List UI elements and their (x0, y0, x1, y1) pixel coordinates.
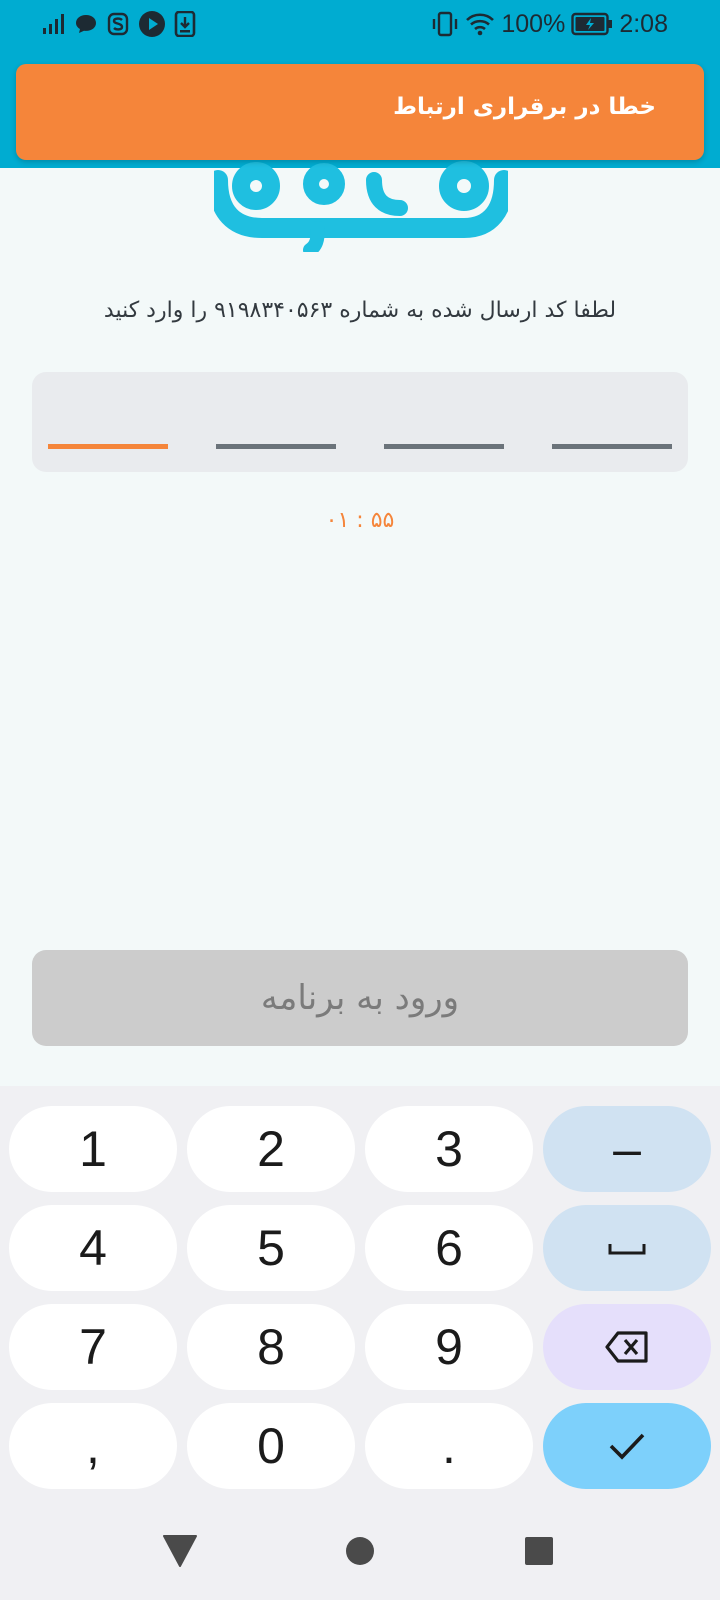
key-6[interactable]: 6 (365, 1205, 533, 1291)
download-icon (174, 11, 196, 37)
code-slot-3[interactable] (216, 444, 336, 449)
key-9[interactable]: 9 (365, 1304, 533, 1390)
battery-percent: 100% (501, 9, 566, 38)
key-2[interactable]: 2 (187, 1106, 355, 1192)
wifi-icon (466, 13, 495, 36)
key-comma[interactable]: , (9, 1403, 177, 1489)
numeric-keyboard: 1 2 3 – 4 5 6 7 8 9 , 0 . (0, 1086, 720, 1600)
vibrate-icon (433, 11, 458, 37)
recents-icon[interactable] (524, 1536, 554, 1566)
code-slot-2[interactable] (384, 444, 504, 449)
s-app-icon (107, 12, 129, 36)
back-icon[interactable] (163, 1535, 197, 1567)
key-8[interactable]: 8 (187, 1304, 355, 1390)
key-5[interactable]: 5 (187, 1205, 355, 1291)
error-toast-message: خطا در برقراری ارتباط (393, 94, 656, 120)
play-app-icon (139, 11, 165, 37)
key-backspace[interactable] (543, 1304, 711, 1390)
login-button[interactable]: ورود به برنامه (32, 950, 688, 1046)
key-1[interactable]: 1 (9, 1106, 177, 1192)
signal-icon (43, 14, 64, 34)
key-7[interactable]: 7 (9, 1304, 177, 1390)
code-slot-1[interactable] (552, 444, 672, 449)
key-space[interactable] (543, 1205, 711, 1291)
status-right: 100% 2:08 (431, 8, 668, 40)
code-slot-4[interactable] (48, 444, 168, 449)
instruction-text: لطفا کد ارسال شده به شماره ۹۱۹۸۳۴۰۵۶۳ را… (103, 298, 617, 323)
hamrah-logo (214, 161, 508, 252)
countdown-timer: ۰۱ : ۵۵ (325, 508, 395, 533)
key-4[interactable]: 4 (9, 1205, 177, 1291)
key-period[interactable]: . (365, 1403, 533, 1489)
message-icon (76, 15, 96, 33)
key-0[interactable]: 0 (187, 1403, 355, 1489)
verification-code-input[interactable] (32, 372, 688, 472)
space-icon (608, 1244, 646, 1255)
status-left (42, 8, 196, 40)
check-icon (609, 1433, 645, 1460)
key-minus[interactable]: – (543, 1106, 711, 1192)
home-icon[interactable] (345, 1536, 375, 1566)
error-toast: خطا در برقراری ارتباط (16, 64, 704, 160)
clock: 2:08 (619, 9, 668, 38)
backspace-icon (605, 1331, 648, 1363)
key-3[interactable]: 3 (365, 1106, 533, 1192)
battery-charging-icon (571, 12, 613, 36)
key-enter[interactable] (543, 1403, 711, 1489)
